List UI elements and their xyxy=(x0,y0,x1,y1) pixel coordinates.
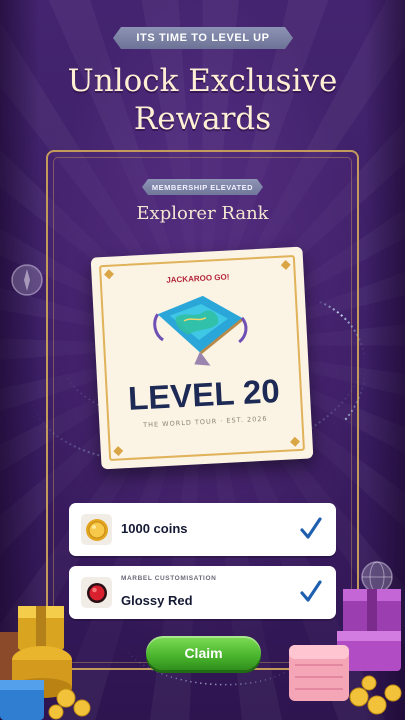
title-line-1: Unlock Exclusive xyxy=(67,63,338,99)
reward-icon-box xyxy=(81,514,112,545)
reward-label: 1000 coins xyxy=(121,521,188,536)
checkmark-icon xyxy=(300,517,322,539)
gold-coin-icon xyxy=(85,518,108,541)
page-title: Unlock Exclusive Rewards xyxy=(0,62,405,138)
membership-badge-text: MEMBERSHIP ELEVATED xyxy=(151,182,254,192)
treasure-pile-left-icon xyxy=(0,606,91,720)
level-card: JACKAROO GO! LEVEL 20 THE WORLD TOUR · E… xyxy=(90,246,314,470)
claim-button[interactable]: Claim xyxy=(146,636,261,670)
level-up-ribbon: ITS TIME TO LEVEL UP xyxy=(113,27,293,49)
rank-title: Explorer Rank xyxy=(136,203,269,224)
treasure-pile-right-icon xyxy=(289,589,402,715)
compass-ornament-icon xyxy=(11,264,43,296)
membership-badge: MEMBERSHIP ELEVATED xyxy=(142,179,263,195)
ribbon-text: ITS TIME TO LEVEL UP xyxy=(136,32,270,44)
title-line-2: Rewards xyxy=(133,101,272,137)
reward-category: MARBEL CUSTOMISATION xyxy=(121,575,217,582)
reward-label: Glossy Red xyxy=(121,593,193,608)
treasure-map-icon xyxy=(153,295,248,366)
reward-row-coins: 1000 coins xyxy=(69,503,336,556)
